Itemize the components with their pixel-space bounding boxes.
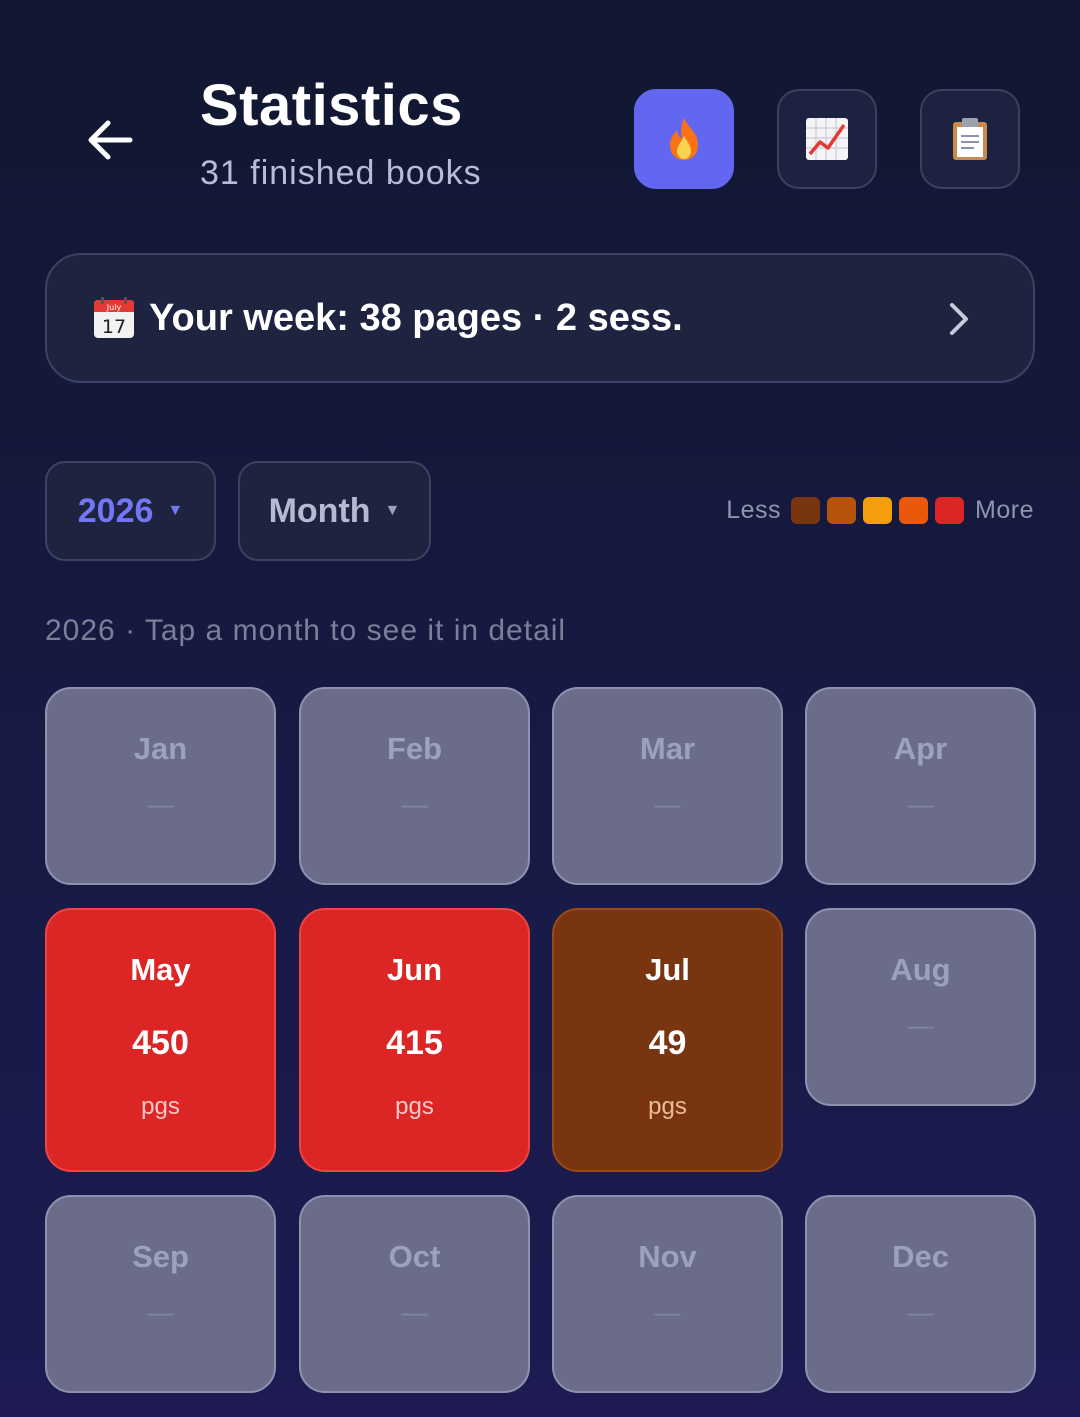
empty-value: —: [907, 789, 934, 819]
month-pages-unit: pgs: [648, 1093, 687, 1120]
page-title: Statistics: [200, 73, 463, 138]
caret-down-icon: ▼: [384, 502, 401, 519]
month-pages-value: 49: [648, 1024, 687, 1062]
month-tile-mar[interactable]: Mar —: [552, 687, 783, 885]
month-tile-sep[interactable]: Sep —: [45, 1195, 276, 1393]
period-dropdown-value: Month: [268, 491, 371, 530]
grid-hint: 2026 · Tap a month to see it in detail: [45, 614, 567, 647]
month-name: Jul: [645, 952, 690, 987]
month-name: Mar: [639, 731, 696, 766]
month-tile-aug[interactable]: Aug —: [805, 908, 1036, 1106]
empty-value: —: [147, 1297, 174, 1327]
calendar-day-label: 17: [102, 316, 126, 338]
month-tile-jul[interactable]: Jul 49 pgs: [552, 908, 783, 1172]
month-tile-oct[interactable]: Oct —: [299, 1195, 530, 1393]
week-summary-text: Your week: 38 pages · 2 sess.: [149, 296, 683, 339]
month-name: May: [130, 952, 191, 987]
month-name: Dec: [892, 1239, 949, 1274]
month-name: Oct: [388, 1239, 441, 1274]
calendar-icon: July 17: [94, 297, 134, 338]
empty-value: —: [654, 1297, 681, 1327]
page-subtitle: 31 finished books: [200, 154, 482, 192]
empty-value: —: [147, 789, 174, 819]
calendar-month-label: July: [106, 303, 122, 312]
chart-increasing-icon: [806, 118, 848, 160]
legend-less-label: Less: [726, 495, 782, 524]
month-pages-unit: pgs: [141, 1093, 180, 1120]
year-dropdown[interactable]: 2026 ▼: [45, 461, 216, 561]
month-name: Jan: [133, 731, 188, 766]
week-summary-card[interactable]: July 17 Your week: 38 pages · 2 sess.: [45, 253, 1035, 383]
month-name: Feb: [386, 731, 443, 766]
chevron-right-icon: [950, 303, 968, 335]
month-tile-apr[interactable]: Apr —: [805, 687, 1036, 885]
month-name: Jun: [386, 952, 443, 987]
month-tile-nov[interactable]: Nov —: [552, 1195, 783, 1393]
empty-value: —: [654, 789, 681, 819]
month-pages-value: 450: [132, 1024, 189, 1062]
empty-value: —: [401, 1297, 428, 1327]
legend-more-label: More: [975, 495, 1034, 524]
month-name: Nov: [638, 1239, 697, 1274]
month-tile-feb[interactable]: Feb —: [299, 687, 530, 885]
list-button[interactable]: [920, 89, 1020, 189]
back-button[interactable]: [78, 108, 142, 172]
legend-swatch: [791, 496, 821, 524]
fire-icon: [670, 118, 698, 160]
year-dropdown-value: 2026: [77, 491, 154, 530]
intensity-legend: Less More: [726, 494, 1034, 526]
month-tile-dec[interactable]: Dec —: [805, 1195, 1036, 1393]
legend-swatch: [935, 496, 965, 524]
legend-swatch: [863, 496, 893, 524]
arrow-left-icon: [88, 120, 133, 160]
empty-value: —: [401, 789, 428, 819]
month-name: Aug: [890, 952, 951, 987]
legend-swatch: [899, 496, 929, 524]
period-dropdown[interactable]: Month ▼: [238, 461, 431, 561]
month-pages-unit: pgs: [395, 1093, 434, 1120]
month-tile-jan[interactable]: Jan —: [45, 687, 276, 885]
app-header: Statistics 31 finished books: [0, 0, 1080, 220]
clipboard-icon: [953, 118, 987, 160]
month-tile-may[interactable]: May 450 pgs: [45, 908, 276, 1172]
trend-button[interactable]: [777, 89, 877, 189]
month-pages-value: 415: [386, 1024, 443, 1062]
empty-value: —: [907, 1010, 934, 1040]
legend-swatch: [827, 496, 857, 524]
streak-button[interactable]: [634, 89, 734, 189]
month-name: Sep: [132, 1239, 189, 1274]
caret-down-icon: ▼: [167, 502, 184, 519]
month-name: Apr: [893, 731, 948, 766]
empty-value: —: [907, 1297, 934, 1327]
month-tile-jun[interactable]: Jun 415 pgs: [299, 908, 530, 1172]
